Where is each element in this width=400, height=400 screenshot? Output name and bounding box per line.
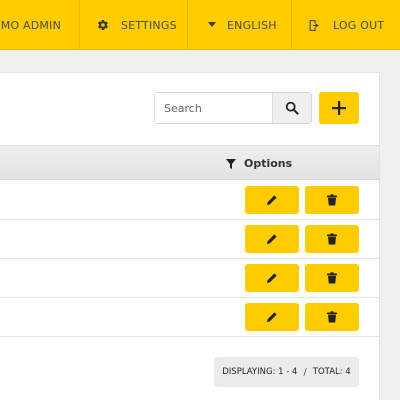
pencil-icon (266, 272, 278, 284)
top-navigation-bar: DEMO ADMIN SETTINGS ENGLISH LOG OUT (0, 0, 400, 50)
delete-button[interactable] (305, 264, 359, 292)
pencil-icon (266, 311, 278, 323)
delete-button[interactable] (305, 225, 359, 253)
nav-language-select[interactable]: ENGLISH (187, 0, 291, 50)
search-icon (285, 101, 299, 115)
table-row (0, 181, 379, 220)
trash-icon (326, 311, 338, 323)
options-header-label: Options (244, 157, 293, 170)
nav-logout[interactable]: LOG OUT (291, 0, 400, 50)
nav-user-label: DEMO ADMIN (0, 18, 61, 32)
gear-icon (97, 19, 109, 31)
trash-icon (326, 194, 338, 206)
delete-button[interactable] (305, 186, 359, 214)
plus-icon (332, 101, 346, 115)
trash-icon (326, 272, 338, 284)
search-button[interactable] (273, 93, 311, 123)
edit-button[interactable] (245, 186, 299, 214)
pager-separator: / (303, 366, 307, 378)
total-count: TOTAL: 4 (312, 367, 351, 377)
options-column-header[interactable]: Options (226, 146, 292, 181)
nav-settings[interactable]: SETTINGS (79, 0, 187, 50)
nav-settings-label: SETTINGS (121, 18, 177, 32)
search-input[interactable] (155, 93, 273, 123)
pencil-icon (266, 233, 278, 245)
main-panel: Options (0, 72, 380, 400)
edit-button[interactable] (245, 303, 299, 331)
caret-down-icon (208, 22, 216, 28)
table-row (0, 259, 379, 298)
add-button[interactable] (319, 92, 359, 124)
edit-button[interactable] (245, 264, 299, 292)
logout-icon (308, 19, 321, 32)
displaying-count: DISPLAYING: 1 - 4 (222, 367, 298, 377)
pencil-icon (266, 194, 278, 206)
search-box (154, 92, 312, 124)
trash-icon (326, 233, 338, 245)
table-header: Options (0, 145, 379, 180)
table-row (0, 220, 379, 259)
table-row (0, 298, 379, 337)
filter-icon (226, 158, 236, 169)
delete-button[interactable] (305, 303, 359, 331)
nav-language-label: ENGLISH (227, 18, 277, 32)
nav-logout-label: LOG OUT (333, 18, 385, 32)
pagination-summary: DISPLAYING: 1 - 4 / TOTAL: 4 (214, 357, 359, 387)
nav-user-admin[interactable]: DEMO ADMIN (0, 0, 79, 50)
edit-button[interactable] (245, 225, 299, 253)
